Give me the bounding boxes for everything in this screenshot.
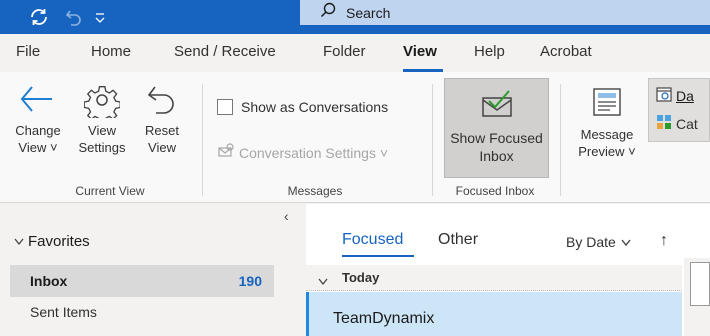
message-sender: TeamDynamix: [333, 310, 435, 327]
focused-inbox-group-label: Focused Inbox: [455, 184, 535, 198]
tab-send-receive[interactable]: Send / Receive: [174, 43, 276, 60]
change-view-label-1: Change: [15, 123, 61, 138]
message-preview-label-1: Message: [580, 127, 634, 142]
arrange-categories-option[interactable]: Cat: [655, 113, 698, 134]
sidebar-item-inbox[interactable]: Inbox 190: [10, 265, 274, 297]
calendar-icon: [655, 85, 673, 106]
arrange-date-label: Da: [676, 87, 694, 104]
sidebar-item-label: Inbox: [30, 273, 68, 289]
message-preview-icon: [572, 78, 642, 126]
arrangement-gallery[interactable]: Da Cat: [648, 78, 710, 142]
show-as-conversations-checkbox[interactable]: Show as Conversations: [217, 99, 388, 115]
gear-icon: [72, 78, 132, 122]
sync-icon[interactable]: [28, 0, 50, 34]
change-view-icon: [10, 78, 66, 122]
tab-focused[interactable]: Focused: [342, 231, 403, 249]
focused-inbox-icon: [445, 79, 548, 129]
show-focused-label-2: Inbox: [479, 148, 514, 164]
scrollbar-up-button[interactable]: [690, 262, 710, 306]
reset-view-label-2: View: [148, 140, 176, 155]
sort-direction-button[interactable]: ↑: [660, 232, 668, 250]
view-settings-button[interactable]: View Settings: [72, 78, 132, 156]
focused-tab-underline: [342, 255, 414, 257]
change-view-label-2: View ˅: [18, 140, 58, 155]
customize-toolbar-icon[interactable]: [94, 0, 106, 34]
tab-other[interactable]: Other: [438, 231, 478, 249]
ribbon-tabs: File Home Send / Receive Folder View Hel…: [0, 34, 710, 72]
ribbon-divider: [560, 84, 561, 196]
conversation-settings-label: Conversation Settings ˅: [239, 145, 389, 161]
show-as-conversations-label: Show as Conversations: [241, 99, 389, 115]
reset-icon: [138, 78, 186, 122]
show-focused-inbox-button[interactable]: Show Focused Inbox: [444, 78, 549, 178]
group-header-label: Today: [342, 270, 380, 285]
tab-acrobat[interactable]: Acrobat: [540, 43, 592, 60]
list-item[interactable]: TeamDynamix: [306, 292, 682, 336]
ribbon-divider: [202, 84, 203, 196]
search-label: Search: [346, 4, 391, 21]
checkbox-box[interactable]: [217, 99, 233, 115]
messages-group-label: Messages: [287, 184, 343, 198]
view-settings-label-1: View: [88, 123, 116, 138]
collapse-pane-button[interactable]: ‹: [284, 208, 289, 224]
chevron-down-icon: [318, 273, 328, 291]
chevron-down-icon: [621, 234, 631, 250]
arrange-date-option[interactable]: Da: [655, 85, 694, 106]
sort-by-date-button[interactable]: By Date: [566, 234, 631, 250]
sort-label: By Date: [566, 234, 616, 250]
message-preview-button[interactable]: Message Preview ˅: [572, 78, 642, 160]
tab-help[interactable]: Help: [474, 43, 505, 60]
ribbon: Change View ˅ View Settings Reset View C…: [0, 72, 710, 203]
search-icon: [320, 2, 336, 23]
chevron-down-icon: [14, 233, 24, 250]
reset-view-button[interactable]: Reset View: [138, 78, 186, 156]
current-view-group-label: Current View: [75, 184, 145, 198]
reset-view-label-1: Reset: [145, 123, 179, 138]
message-preview-label-2: Preview ˅: [578, 144, 636, 159]
show-focused-label-1: Show Focused: [450, 130, 543, 146]
tab-home[interactable]: Home: [91, 43, 131, 60]
search-box[interactable]: Search: [300, 0, 710, 25]
tab-folder[interactable]: Folder: [323, 43, 366, 60]
change-view-button[interactable]: Change View ˅: [10, 78, 66, 156]
categories-icon: [655, 113, 673, 134]
title-bar: Search: [0, 0, 710, 34]
group-header-today[interactable]: Today: [306, 265, 682, 291]
sidebar-item-sent-items[interactable]: Sent Items: [30, 304, 97, 320]
ribbon-divider: [432, 84, 433, 196]
favorites-header[interactable]: Favorites: [14, 233, 90, 250]
arrange-categories-label: Cat: [676, 115, 698, 132]
conversation-settings-button[interactable]: Conversation Settings ˅: [217, 143, 388, 163]
view-settings-label-2: Settings: [78, 140, 126, 155]
tab-file[interactable]: File: [16, 43, 40, 60]
tab-view[interactable]: View: [403, 43, 437, 60]
undo-icon[interactable]: [64, 0, 84, 34]
unread-count-badge: 190: [238, 273, 262, 289]
conversation-settings-icon: [217, 143, 234, 163]
favorites-label: Favorites: [28, 233, 90, 250]
